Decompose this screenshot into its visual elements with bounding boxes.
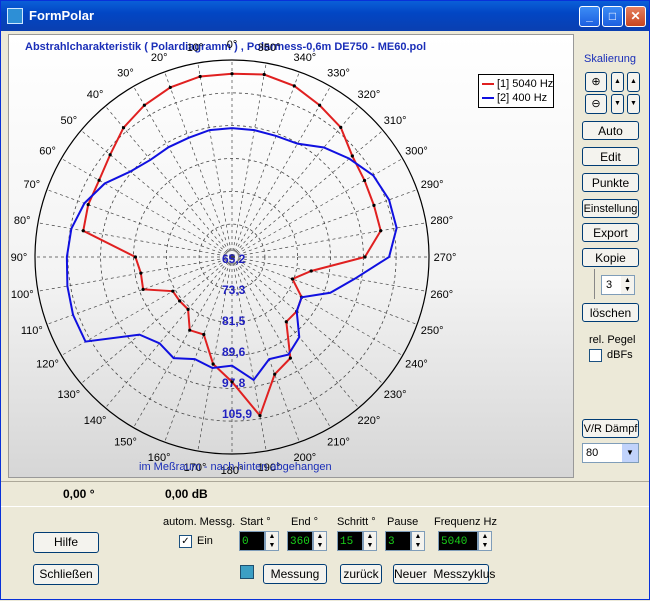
window-title: FormPolar <box>29 8 95 23</box>
legend-item-400: [2] 400 Hz <box>482 92 547 105</box>
legend-label: [1] 5040 Hz <box>497 78 554 90</box>
frequenz-label: Frequenz Hz <box>434 516 497 528</box>
ein-checkbox[interactable]: ✓ <box>179 535 192 548</box>
legend-swatch <box>482 83 494 86</box>
kopie-bracket <box>594 269 595 299</box>
title-bar[interactable]: FormPolar _ □ ✕ <box>1 1 649 31</box>
schliessen-button[interactable]: Schließen <box>33 564 99 585</box>
spin-arrows-icon[interactable]: ▲ ▼ <box>363 531 377 551</box>
status-bar <box>1 481 649 507</box>
spin-arrows-icon[interactable]: ▲ ▼ <box>265 531 279 551</box>
minimize-button[interactable]: _ <box>579 6 600 27</box>
punkte-button[interactable]: Punkte <box>582 173 639 192</box>
kopie-button[interactable]: Kopie <box>582 248 639 267</box>
status-level: 0,00 dB <box>165 487 208 501</box>
scale-down-button[interactable]: ▼ <box>611 94 624 114</box>
hilfe-button[interactable]: Hilfe <box>33 532 99 553</box>
plot-title: Abstrahlcharakteristik ( Polardiagramm )… <box>25 41 427 53</box>
chevron-down-icon[interactable]: ▼ <box>622 444 638 462</box>
legend: [1] 5040 Hz [2] 400 Hz <box>478 74 554 108</box>
dbfs-label: dBFs <box>607 349 633 361</box>
scale-up-button[interactable]: ▲ <box>611 72 624 92</box>
legend-swatch <box>482 97 494 100</box>
start-value[interactable]: 0 <box>239 531 265 551</box>
legend-item-5040: [1] 5040 Hz <box>482 78 553 91</box>
plot-subtitle: im Meßraum - nach hinten abgehangen <box>139 461 332 473</box>
measurement-indicator-icon <box>240 565 254 579</box>
einstellung-button[interactable]: Einstellung <box>582 199 639 218</box>
dbfs-checkbox[interactable] <box>589 349 602 362</box>
pause-spinner[interactable]: 3 ▲ ▼ <box>385 531 425 551</box>
vr-dropdown[interactable]: 80 ▼ <box>582 443 639 463</box>
kopie-spinner[interactable]: 3 ▲ ▼ <box>601 275 635 295</box>
schritt-value[interactable]: 15 <box>337 531 363 551</box>
maximize-button[interactable]: □ <box>602 6 623 27</box>
export-button[interactable]: Export <box>582 223 639 242</box>
spin-arrows-icon[interactable]: ▲ ▼ <box>411 531 425 551</box>
autom-messg-label: autom. Messg. <box>163 516 236 528</box>
ein-label: Ein <box>197 535 213 547</box>
auto-button[interactable]: Auto <box>582 121 639 140</box>
end-label: End ° <box>291 516 319 528</box>
spin-arrows-icon[interactable]: ▲ ▼ <box>478 531 492 551</box>
vr-dropdown-value: 80 <box>586 447 599 459</box>
legend-label: [2] 400 Hz <box>497 92 548 104</box>
messung-button[interactable]: Messung <box>263 564 327 584</box>
edit-button[interactable]: Edit <box>582 147 639 166</box>
status-angle: 0,00 ° <box>63 487 95 501</box>
frequenz-spinner[interactable]: 5040 ▲ ▼ <box>438 531 494 551</box>
zurueck-button[interactable]: zurück <box>340 564 382 584</box>
pause-label: Pause <box>387 516 419 528</box>
start-label: Start ° <box>240 516 271 528</box>
close-button[interactable]: ✕ <box>625 6 646 27</box>
app-icon <box>7 8 23 24</box>
schritt-label: Schritt ° <box>337 516 376 528</box>
scale-label: Skalierung <box>584 53 636 65</box>
loeschen-button[interactable]: löschen <box>582 303 639 322</box>
zoom-in-icon[interactable]: ⊕ <box>585 72 607 92</box>
offset-up-button[interactable]: ▲ <box>627 72 640 92</box>
end-spinner[interactable]: 360 ▲ ▼ <box>287 531 327 551</box>
vr-daempf-button[interactable]: V/R Dämpf <box>582 419 639 438</box>
kopie-value: 3 <box>606 279 613 291</box>
formpolar-window: FormPolar _ □ ✕ Abstrahlcharakteristik (… <box>0 0 650 600</box>
schritt-spinner[interactable]: 15 ▲ ▼ <box>337 531 377 551</box>
spin-arrows-icon[interactable]: ▲ ▼ <box>313 531 327 551</box>
neuer-messzyklus-button[interactable]: Neuer Messzyklus <box>393 564 495 584</box>
pause-value[interactable]: 3 <box>385 531 411 551</box>
rel-pegel-label: rel. Pegel <box>589 334 636 346</box>
end-value[interactable]: 360 <box>287 531 313 551</box>
start-spinner[interactable]: 0 ▲ ▼ <box>239 531 279 551</box>
frequenz-value[interactable]: 5040 <box>438 531 478 551</box>
zoom-out-icon[interactable]: ⊖ <box>585 94 607 114</box>
kopie-spin-arrows[interactable]: ▲ ▼ <box>621 276 634 294</box>
offset-down-button[interactable]: ▼ <box>627 94 640 114</box>
